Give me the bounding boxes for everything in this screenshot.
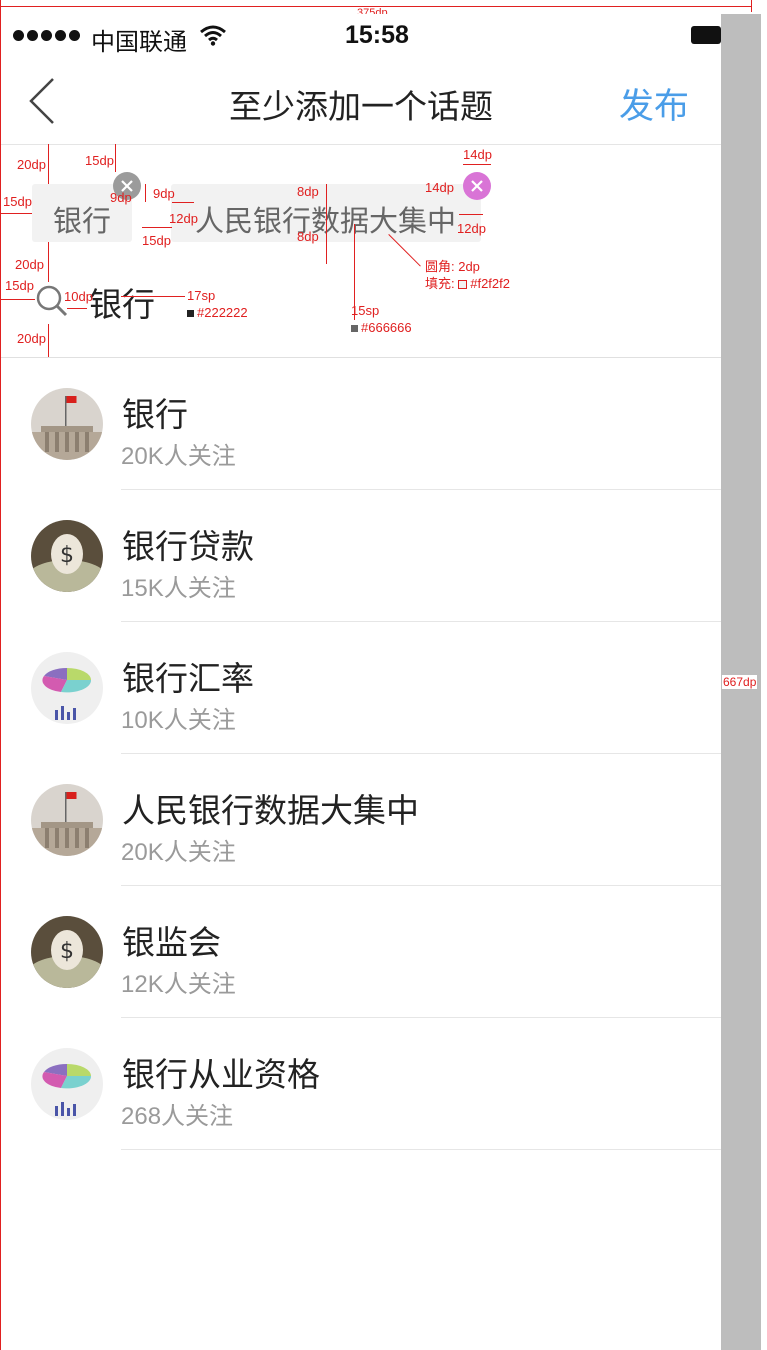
list-item[interactable]: $ 银行贷款 15K人关注 xyxy=(1,490,721,622)
topic-followers: 12K人关注 xyxy=(121,971,236,998)
spec-annotation: 17sp xyxy=(187,288,216,303)
phone-screen: 中国联通 15:58 至少添加一个话题 发布 银行 人民银行数据大集中 银行 2… xyxy=(1,14,721,1350)
spec-measure-line xyxy=(67,308,87,309)
spec-annotation: 14dp xyxy=(425,180,454,195)
spec-annotation: 12dp xyxy=(169,211,198,226)
spec-annotation: 14dp xyxy=(463,147,492,162)
spec-annotation: 15dp xyxy=(85,153,114,168)
spec-measure-line xyxy=(48,324,49,357)
topic-followers: 15K人关注 xyxy=(121,575,236,602)
spec-measure-line xyxy=(48,144,49,184)
list-item[interactable]: 银行从业资格 268人关注 xyxy=(1,1018,721,1150)
spec-annotation: 9dp xyxy=(110,190,132,205)
wifi-icon xyxy=(200,25,226,46)
spec-annotation: 15dp xyxy=(142,233,171,248)
publish-button[interactable]: 发布 xyxy=(619,78,689,129)
spec-measure-line xyxy=(326,184,327,264)
spec-annotation: 20dp xyxy=(17,331,46,346)
spec-width-tick xyxy=(751,0,752,12)
topic-name: 银行 xyxy=(122,396,188,433)
spec-annotation: 10dp xyxy=(64,289,93,304)
money-bag-avatar: $ xyxy=(31,916,103,988)
close-circle-icon[interactable] xyxy=(463,172,491,200)
spec-annotation: 15sp xyxy=(351,303,380,318)
spec-measure-line xyxy=(115,144,116,172)
battery-icon xyxy=(691,26,721,44)
topic-name: 人民银行数据大集中 xyxy=(122,792,419,829)
list-item[interactable]: $ 银监会 12K人关注 xyxy=(1,886,721,1018)
spec-annotation: 20dp xyxy=(15,257,44,272)
list-item[interactable]: 银行汇率 10K人关注 xyxy=(1,622,721,754)
spec-annotation: #f2f2f2 xyxy=(470,276,510,291)
bank-building-avatar xyxy=(31,388,103,460)
spec-annotation: 圆角: 2dp xyxy=(425,259,480,274)
spec-measure-line xyxy=(463,164,491,165)
spec-annotation: 12dp xyxy=(457,221,486,236)
spec-annotation: 填充: xyxy=(425,276,459,291)
topic-followers: 10K人关注 xyxy=(121,707,236,734)
spec-measure-line xyxy=(1,299,35,300)
pie-chart-avatar xyxy=(31,652,103,724)
spec-measure-line xyxy=(121,296,185,297)
topic-name: 银行汇率 xyxy=(122,660,254,697)
spec-annotation-color: #222222 xyxy=(187,306,248,319)
signal-dots-icon xyxy=(13,30,80,41)
search-input[interactable] xyxy=(89,280,589,324)
spec-annotation: 9dp xyxy=(153,186,175,201)
spec-measure-line xyxy=(145,184,146,202)
money-bag-avatar: $ xyxy=(31,520,103,592)
spec-annotation: 15dp xyxy=(5,278,34,293)
list-item[interactable]: 人民银行数据大集中 20K人关注 xyxy=(1,754,721,886)
spec-measure-line xyxy=(172,202,194,203)
spec-annotation-color: 填充: #f2f2f2 xyxy=(425,277,510,290)
bank-building-avatar xyxy=(31,784,103,856)
spec-measure-line xyxy=(142,227,172,228)
spec-annotation: 20dp xyxy=(17,157,46,172)
spec-annotation: 15dp xyxy=(3,194,32,209)
topic-followers: 268人关注 xyxy=(121,1103,234,1130)
topic-followers: 20K人关注 xyxy=(121,839,236,866)
spec-measure-line xyxy=(459,214,483,215)
spec-annotation: #222222 xyxy=(197,305,248,320)
svg-text:$: $ xyxy=(60,543,74,568)
pie-chart-avatar xyxy=(31,1048,103,1120)
topic-name: 银行贷款 xyxy=(122,528,254,565)
spec-annotation: #666666 xyxy=(361,320,412,335)
spec-measure-line xyxy=(48,242,49,282)
spec-annotation: 8dp xyxy=(297,229,319,244)
divider xyxy=(121,1149,721,1150)
navigation-bar: 至少添加一个话题 发布 xyxy=(1,58,721,145)
spec-measure-line xyxy=(1,213,32,214)
status-bar: 中国联通 15:58 xyxy=(1,14,721,58)
status-time: 15:58 xyxy=(345,21,409,49)
topic-list: 银行 20K人关注 $ 银行贷款 15K人关注 银行汇率 10K人关注 人民银行… xyxy=(1,358,721,1150)
list-item[interactable]: 银行 20K人关注 xyxy=(1,358,721,490)
spec-height-label: 667dp xyxy=(722,675,758,689)
topic-name: 银监会 xyxy=(122,924,221,961)
spec-annotation: 8dp xyxy=(297,184,319,199)
tag-editor: 银行 人民银行数据大集中 20dp 15dp 15dp 9dp 9dp 12dp… xyxy=(1,144,721,358)
svg-text:$: $ xyxy=(60,939,74,964)
topic-followers: 20K人关注 xyxy=(121,443,236,470)
spec-annotation-color: #666666 xyxy=(351,321,412,334)
carrier-name: 中国联通 xyxy=(91,29,187,56)
topic-name: 银行从业资格 xyxy=(122,1056,320,1093)
page-title: 至少添加一个话题 xyxy=(229,88,493,125)
